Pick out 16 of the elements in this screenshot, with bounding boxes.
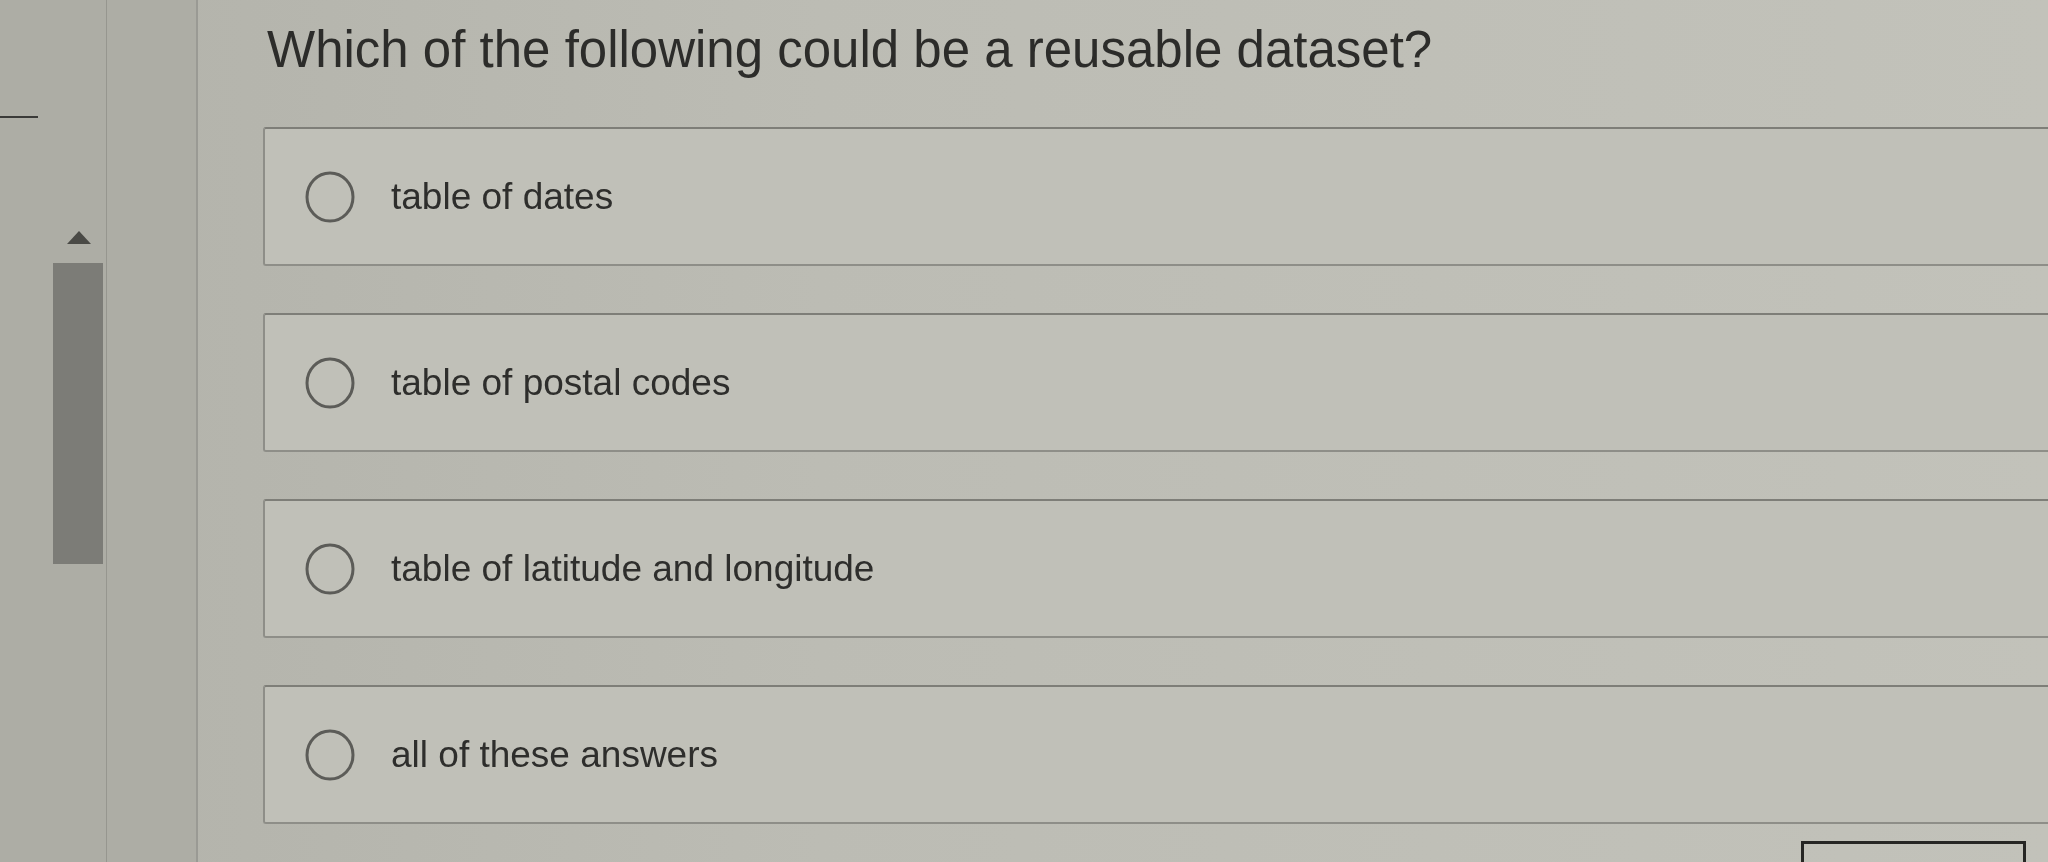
option-label: table of dates bbox=[391, 174, 614, 219]
radio-button[interactable] bbox=[305, 542, 355, 595]
partial-button[interactable] bbox=[1801, 841, 2026, 862]
scrollbar-thumb[interactable] bbox=[53, 263, 103, 564]
option-label: table of latitude and longitude bbox=[391, 546, 875, 591]
radio-button[interactable] bbox=[305, 356, 355, 409]
radio-button[interactable] bbox=[305, 728, 355, 781]
option-label: all of these answers bbox=[391, 732, 718, 777]
option-card[interactable]: all of these answers bbox=[263, 685, 2048, 824]
question-text: Which of the following could be a reusable dataset? bbox=[267, 20, 1434, 80]
option-label: table of postal codes bbox=[391, 360, 731, 405]
option-card[interactable]: table of latitude and longitude bbox=[263, 499, 2048, 638]
option-card[interactable]: table of dates bbox=[263, 127, 2048, 266]
option-card[interactable]: table of postal codes bbox=[263, 313, 2048, 452]
scroll-up-arrow-icon[interactable] bbox=[67, 231, 91, 244]
radio-button[interactable] bbox=[305, 170, 355, 223]
